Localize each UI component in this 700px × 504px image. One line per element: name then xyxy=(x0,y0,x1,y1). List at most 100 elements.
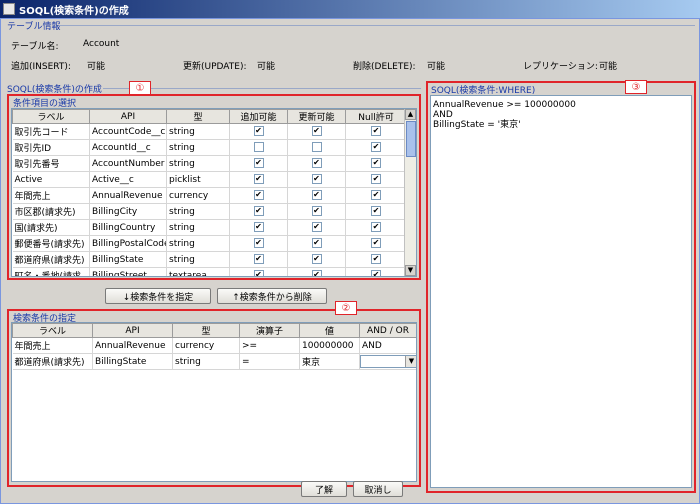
insert-checkbox[interactable] xyxy=(253,238,264,249)
table-row[interactable]: 都道府県(請求先) BillingState string xyxy=(12,251,407,268)
table-row[interactable]: 取引先コード AccountCode__c string xyxy=(12,123,407,140)
column-header[interactable]: AND / OR xyxy=(359,323,416,338)
table-info-title: テーブル情報 xyxy=(7,22,61,32)
update-checkbox[interactable] xyxy=(311,174,322,185)
cond-operator-cell[interactable]: = xyxy=(239,353,300,370)
update-checkbox[interactable] xyxy=(311,206,322,217)
insert-checkbox[interactable] xyxy=(253,158,264,169)
column-header[interactable]: API xyxy=(89,109,167,124)
update-checkbox[interactable] xyxy=(311,126,322,137)
field-api-cell: BillingCity xyxy=(89,203,167,220)
ok-button[interactable]: 了解 xyxy=(301,481,347,497)
field-api-cell: AccountCode__c xyxy=(89,123,167,140)
nullable-checkbox[interactable] xyxy=(371,142,381,153)
where-line: AnnualRevenue >= 100000000 xyxy=(433,100,576,110)
update-checkbox[interactable] xyxy=(311,142,322,153)
field-table-header: ラベル API 型 追加可能 更新可能 Null許可 xyxy=(12,109,407,124)
table-row[interactable]: Active Active__c picklist xyxy=(12,171,407,188)
column-header[interactable]: ラベル xyxy=(12,109,90,124)
scroll-thumb[interactable] xyxy=(406,121,416,157)
insert-checkbox[interactable] xyxy=(253,254,264,265)
field-type-cell: textarea xyxy=(166,267,230,276)
column-header[interactable]: ラベル xyxy=(12,323,93,338)
nullable-checkbox[interactable] xyxy=(371,158,381,169)
nullable-checkbox[interactable] xyxy=(371,238,381,249)
scroll-up-arrow-icon[interactable]: ▲ xyxy=(405,109,416,120)
column-header[interactable]: 更新可能 xyxy=(287,109,346,124)
insert-checkbox[interactable] xyxy=(253,270,264,276)
main-window: テーブル情報 テーブル名: Account 追加(INSERT): 可能 更新(… xyxy=(0,18,700,504)
conditions-table-panel: ラベル API 型 演算子 値 AND / OR 年間売上 AnnualReve… xyxy=(11,322,417,482)
insert-checkbox-cell xyxy=(229,187,288,204)
table-row[interactable]: 郵便番号(請求先) BillingPostalCode string xyxy=(12,235,407,252)
update-checkbox-cell xyxy=(287,267,346,276)
cancel-button[interactable]: 取消し xyxy=(353,481,403,497)
field-table: ラベル API 型 追加可能 更新可能 Null許可 取引先コード Account… xyxy=(12,109,407,276)
nullable-checkbox[interactable] xyxy=(371,254,381,265)
column-header[interactable]: 型 xyxy=(166,109,230,124)
table-row[interactable]: 都道府県(請求先) BillingState string = 東京 ▼ xyxy=(12,353,416,370)
nullable-checkbox[interactable] xyxy=(371,174,381,185)
scroll-down-arrow-icon[interactable]: ▼ xyxy=(405,265,416,276)
field-api-cell: BillingStreet xyxy=(89,267,167,276)
cond-andor-cell[interactable]: AND xyxy=(359,337,416,354)
table-row[interactable]: 町名・番地(請求... BillingStreet textarea xyxy=(12,267,407,276)
column-header[interactable]: 追加可能 xyxy=(229,109,288,124)
nullable-checkbox[interactable] xyxy=(371,206,381,217)
field-type-cell: string xyxy=(166,203,230,220)
andor-select[interactable]: ▼ xyxy=(360,355,416,369)
update-checkbox[interactable] xyxy=(311,238,322,249)
nullable-checkbox[interactable] xyxy=(371,222,381,233)
conditions-badge: ② xyxy=(335,301,357,315)
field-label-cell: 町名・番地(請求... xyxy=(12,267,90,276)
insert-checkbox-cell xyxy=(229,155,288,172)
update-checkbox[interactable] xyxy=(311,158,322,169)
cond-operator-cell[interactable]: >= xyxy=(239,337,300,354)
field-api-cell: Active__c xyxy=(89,171,167,188)
table-row[interactable]: 国(請求先) BillingCountry string xyxy=(12,219,407,236)
update-checkbox[interactable] xyxy=(311,222,322,233)
update-checkbox[interactable] xyxy=(311,190,322,201)
insert-checkbox[interactable] xyxy=(253,142,264,153)
column-header[interactable]: 型 xyxy=(172,323,240,338)
remove-condition-button[interactable]: ↑検索条件から削除 xyxy=(217,288,327,304)
column-header[interactable]: 演算子 xyxy=(239,323,300,338)
table-info-divider xyxy=(59,25,695,26)
update-checkbox[interactable] xyxy=(311,254,322,265)
where-textarea[interactable]: AnnualRevenue >= 100000000 AND BillingSt… xyxy=(430,95,692,488)
column-header[interactable]: Null許可 xyxy=(345,109,407,124)
insert-checkbox[interactable] xyxy=(253,126,264,137)
cond-api-cell: BillingState xyxy=(92,353,173,370)
insert-label: 追加(INSERT): xyxy=(11,62,71,72)
table-row[interactable]: 市区郡(請求先) BillingCity string xyxy=(12,203,407,220)
insert-checkbox-cell xyxy=(229,267,288,276)
chevron-down-icon[interactable]: ▼ xyxy=(405,356,416,368)
nullable-checkbox-cell xyxy=(345,123,407,140)
table-row[interactable]: 取引先番号 AccountNumber string xyxy=(12,155,407,172)
cond-label-cell: 都道府県(請求先) xyxy=(12,353,93,370)
table-row[interactable]: 年間売上 AnnualRevenue currency >= 100000000… xyxy=(12,337,416,354)
column-header[interactable]: API xyxy=(92,323,173,338)
table-row[interactable]: 取引先ID AccountId__c string xyxy=(12,139,407,156)
insert-checkbox[interactable] xyxy=(253,222,264,233)
nullable-checkbox[interactable] xyxy=(371,190,381,201)
field-type-cell: string xyxy=(166,139,230,156)
cond-andor-cell[interactable]: ▼ xyxy=(359,353,416,370)
update-checkbox[interactable] xyxy=(311,270,322,276)
nullable-checkbox[interactable] xyxy=(371,270,381,276)
insert-checkbox[interactable] xyxy=(253,190,264,201)
add-condition-button[interactable]: ↓検索条件を指定 xyxy=(105,288,211,304)
insert-checkbox[interactable] xyxy=(253,206,264,217)
table-row[interactable]: 年間売上 AnnualRevenue currency xyxy=(12,187,407,204)
field-table-scrollbar[interactable]: ▲ ▼ xyxy=(404,109,416,276)
nullable-checkbox-cell xyxy=(345,251,407,268)
nullable-checkbox[interactable] xyxy=(371,126,381,137)
cond-value-cell[interactable]: 東京 xyxy=(299,353,360,370)
insert-checkbox[interactable] xyxy=(253,174,264,185)
column-header[interactable]: 値 xyxy=(299,323,360,338)
field-type-cell: string xyxy=(166,251,230,268)
update-checkbox-cell xyxy=(287,171,346,188)
insert-checkbox-cell xyxy=(229,139,288,156)
cond-value-cell[interactable]: 100000000 xyxy=(299,337,360,354)
field-label-cell: 取引先ID xyxy=(12,139,90,156)
